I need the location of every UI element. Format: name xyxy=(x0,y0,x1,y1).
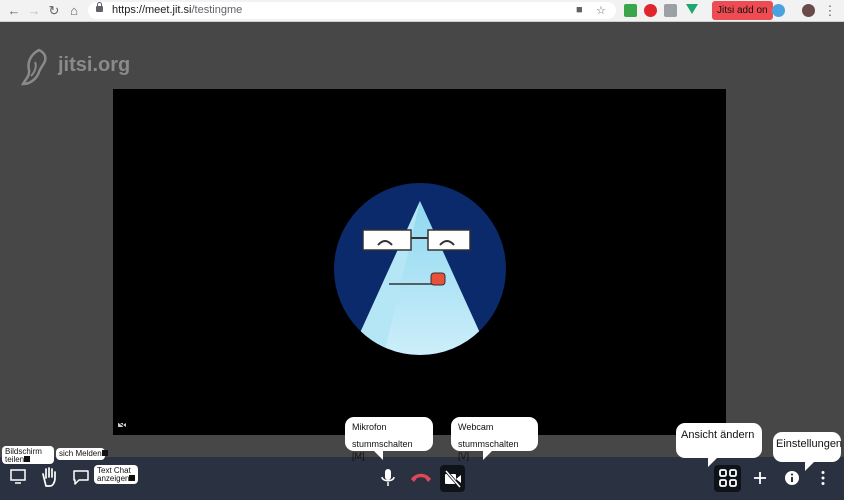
back-icon[interactable]: ← xyxy=(6,3,22,19)
home-icon[interactable]: ⌂ xyxy=(66,3,82,19)
profile-avatar[interactable] xyxy=(802,4,815,17)
chat-button[interactable] xyxy=(69,468,93,492)
microphone-button[interactable] xyxy=(376,467,400,491)
bookmark-star-icon[interactable]: ☆ xyxy=(596,4,606,17)
tile-view-icon xyxy=(718,469,737,487)
jitsi-logo: jitsi.org xyxy=(20,48,131,88)
extension-icon-2[interactable] xyxy=(644,4,657,17)
jitsi-addon-label[interactable]: Jitsi add on xyxy=(712,1,773,20)
camera-button[interactable] xyxy=(440,465,465,492)
share-screen-tooltip: Bildschirm teilen xyxy=(2,446,54,464)
camera-off-icon xyxy=(444,470,461,488)
logo-text: jitsi.org xyxy=(58,54,131,76)
extension-icon-4[interactable] xyxy=(686,4,698,14)
browser-menu-icon[interactable]: ⋮ xyxy=(822,3,838,19)
chat-tooltip: Text Chat anzeigen xyxy=(94,465,138,484)
microphone-icon xyxy=(381,469,395,486)
raise-hand-icon xyxy=(42,467,56,487)
hangup-icon xyxy=(411,473,431,482)
raise-hand-tooltip: sich Melden xyxy=(56,448,108,460)
video-muted-indicator-icon xyxy=(118,422,126,428)
camera-tooltip: Webcam stummschalten [V] xyxy=(451,417,538,461)
chat-icon xyxy=(73,470,89,485)
jitsi-logo-icon xyxy=(20,48,47,86)
camera-indicator-icon[interactable]: ■ xyxy=(576,4,583,16)
participant-avatar xyxy=(334,183,506,355)
more-vertical-icon xyxy=(821,471,825,485)
extension-icon-1[interactable] xyxy=(624,4,637,17)
microphone-tooltip: Mikrofon stummschalten [M] xyxy=(345,417,433,461)
toggle-view-tooltip: Ansicht ändern xyxy=(676,423,762,467)
lock-icon xyxy=(96,2,103,12)
extension-icon-jitsi[interactable] xyxy=(772,4,785,17)
hangup-button[interactable] xyxy=(408,467,434,491)
invite-button[interactable] xyxy=(748,469,772,493)
settings-tooltip: Einstellungen xyxy=(773,432,842,471)
raise-hand-button[interactable] xyxy=(38,466,62,490)
screen-share-icon xyxy=(10,469,26,484)
browser-toolbar: ← → ↻ ⌂ https://meet.jit.si/testingme ■ … xyxy=(0,0,844,22)
forward-icon[interactable]: → xyxy=(26,3,42,19)
settings-menu-button[interactable] xyxy=(811,469,835,493)
url-text: https://meet.jit.si/testingme xyxy=(112,4,243,16)
toggle-view-button[interactable] xyxy=(714,465,741,492)
address-bar[interactable]: https://meet.jit.si/testingme ■ ☆ xyxy=(88,2,616,19)
info-icon xyxy=(785,471,799,485)
reload-icon[interactable]: ↻ xyxy=(46,3,62,19)
extension-icon-3[interactable] xyxy=(664,4,677,17)
plus-icon xyxy=(754,472,766,484)
info-button[interactable] xyxy=(780,469,804,493)
share-screen-button[interactable] xyxy=(6,467,30,491)
